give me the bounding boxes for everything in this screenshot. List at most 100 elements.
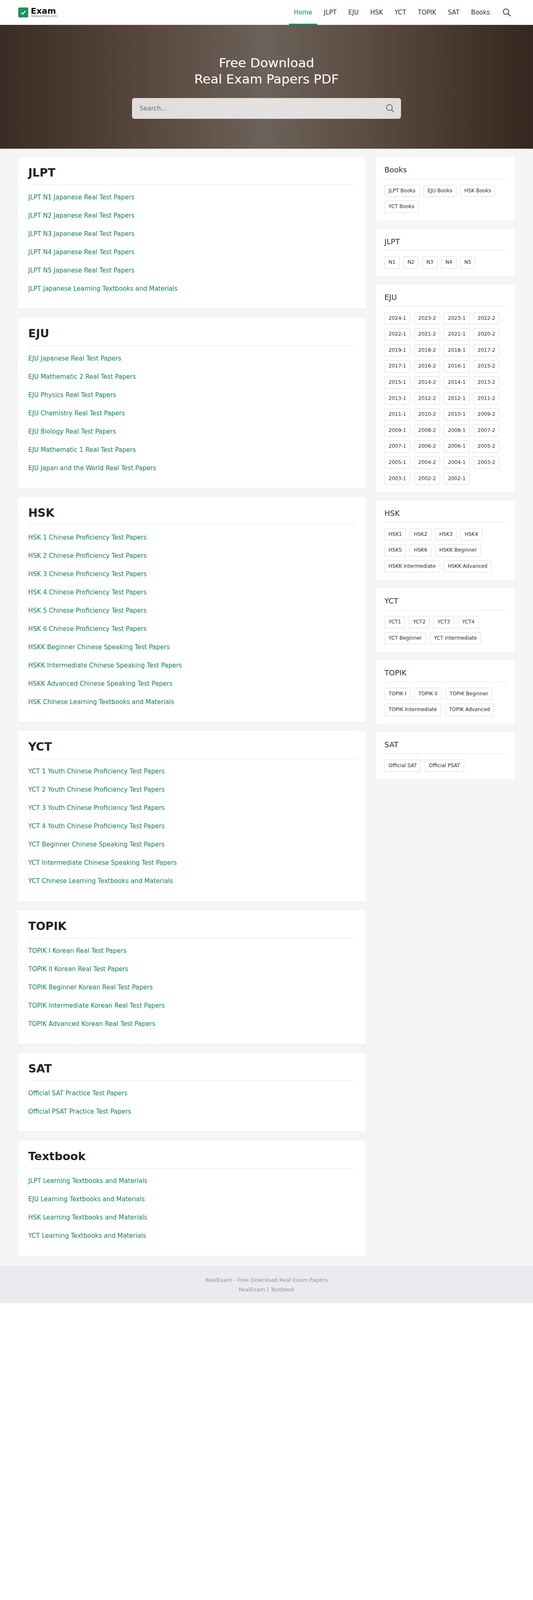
nav-link[interactable]: HSK [365,0,389,25]
tag-link[interactable]: 2023-1 [443,312,470,325]
tag-link[interactable]: 2014-2 [414,376,441,389]
tag-link[interactable]: TOPIK Beginner [445,687,493,700]
tag-link[interactable]: 2011-2 [473,392,500,405]
section-link[interactable]: HSK 5 Chinese Proficiency Test Papers [28,605,147,616]
section-link[interactable]: HSK 3 Chinese Proficiency Test Papers [28,569,147,579]
section-link[interactable]: HSK Chinese Learning Textbooks and Mater… [28,696,174,707]
section-link[interactable]: YCT Intermediate Chinese Speaking Test P… [28,857,177,868]
tag-link[interactable]: 2018-1 [443,344,470,357]
tag-link[interactable]: N3 [422,256,438,269]
tag-link[interactable]: HSK6 [409,543,432,557]
tag-link[interactable]: HSK4 [460,528,482,541]
section-link[interactable]: JLPT N5 Japanese Real Test Papers [28,265,135,276]
tag-link[interactable]: 2023-2 [414,312,441,325]
tag-link[interactable]: HSK3 [435,528,457,541]
section-link[interactable]: TOPIK Advanced Korean Real Test Papers [28,1018,156,1029]
section-link[interactable]: Official PSAT Practice Test Papers [28,1106,132,1116]
search-input[interactable] [132,97,401,119]
section-link[interactable]: EJU Mathematic 2 Real Test Papers [28,371,136,382]
section-link[interactable]: YCT Learning Textbooks and Materials [28,1230,147,1240]
tag-link[interactable]: 2019-1 [384,344,411,357]
section-link[interactable]: EJU Learning Textbooks and Materials [28,1193,145,1204]
section-link[interactable]: EJU Japanese Real Test Papers [28,353,122,364]
nav-link[interactable]: Home [288,0,318,25]
tag-link[interactable]: 2017-2 [473,344,500,357]
tag-link[interactable]: HSK2 [409,528,432,541]
tag-link[interactable]: HSK5 [384,543,406,557]
tag-link[interactable]: YCT3 [433,615,455,629]
section-link[interactable]: JLPT N1 Japanese Real Test Papers [28,192,135,203]
section-link[interactable]: HSK 4 Chinese Proficiency Test Papers [28,587,147,597]
tag-link[interactable]: 2013-2 [473,376,500,389]
section-link[interactable]: YCT 1 Youth Chinese Proficiency Test Pap… [28,766,165,776]
tag-link[interactable]: HSKK Beginner [435,543,481,557]
section-link[interactable]: JLPT N2 Japanese Real Test Papers [28,210,135,221]
tag-link[interactable]: 2010-2 [414,408,441,421]
tag-link[interactable]: 2003-1 [384,472,411,485]
section-link[interactable]: JLPT Learning Textbooks and Materials [28,1175,148,1186]
tag-link[interactable]: 2010-1 [443,408,470,421]
site-logo[interactable]: Examrealexamtest.com [18,6,57,19]
tag-link[interactable]: 2020-2 [473,327,500,341]
footer-link[interactable]: Textbook [270,1285,295,1292]
section-link[interactable]: HSK 2 Chinese Proficiency Test Papers [28,550,147,561]
tag-link[interactable]: N5 [460,256,476,269]
nav-link[interactable]: TOPIK [413,0,442,25]
section-link[interactable]: Official SAT Practice Test Papers [28,1088,128,1098]
tag-link[interactable]: 2005-1 [384,456,411,469]
tag-link[interactable]: JLPT Books [384,184,420,198]
tag-link[interactable]: 2011-1 [384,408,411,421]
nav-link[interactable]: EJU [343,0,364,25]
nav-link[interactable]: SAT [442,0,465,25]
tag-link[interactable]: EJU Books [423,184,457,198]
tag-link[interactable]: 2012-2 [414,392,441,405]
tag-link[interactable]: 2017-1 [384,359,411,373]
tag-link[interactable]: 2005-2 [473,440,500,453]
tag-link[interactable]: 2007-1 [384,440,411,453]
section-link[interactable]: HSKK Advanced Chinese Speaking Test Pape… [28,678,173,689]
hero-search-button[interactable] [385,103,396,114]
tag-link[interactable]: 2022-1 [384,327,411,341]
section-link[interactable]: HSK 1 Chinese Proficiency Test Papers [28,532,147,543]
tag-link[interactable]: YCT1 [384,615,406,629]
tag-link[interactable]: TOPIK I [384,687,411,700]
tag-link[interactable]: 2012-1 [443,392,470,405]
tag-link[interactable]: Official SAT [384,759,421,772]
section-link[interactable]: YCT 4 Youth Chinese Proficiency Test Pap… [28,821,165,831]
tag-link[interactable]: 2018-2 [414,344,441,357]
section-link[interactable]: YCT Chinese Learning Textbooks and Mater… [28,875,174,886]
section-link[interactable]: TOPIK Intermediate Korean Real Test Pape… [28,1000,165,1010]
tag-link[interactable]: 2007-2 [473,424,500,437]
tag-link[interactable]: 2002-1 [443,472,470,485]
tag-link[interactable]: 2004-1 [443,456,470,469]
tag-link[interactable]: 2022-2 [473,312,500,325]
tag-link[interactable]: 2021-2 [414,327,441,341]
tag-link[interactable]: YCT Intermediate [429,631,482,645]
tag-link[interactable]: 2006-2 [414,440,441,453]
nav-link[interactable]: JLPT [318,0,342,25]
tag-link[interactable]: YCT Books [384,200,419,213]
tag-link[interactable]: YCT2 [408,615,430,629]
tag-link[interactable]: 2006-1 [443,440,470,453]
section-link[interactable]: HSKK Beginner Chinese Speaking Test Pape… [28,642,170,652]
tag-link[interactable]: 2009-2 [473,408,500,421]
section-link[interactable]: TOPIK Beginner Korean Real Test Papers [28,982,153,992]
tag-link[interactable]: HSKK Advanced [443,559,492,573]
section-link[interactable]: EJU Biology Real Test Papers [28,426,117,437]
nav-link[interactable]: YCT [389,0,412,25]
tag-link[interactable]: HSKK Intermediate [384,559,441,573]
tag-link[interactable]: N4 [441,256,457,269]
section-link[interactable]: HSK 6 Chinese Proficiency Test Papers [28,623,147,634]
tag-link[interactable]: TOPIK Intermediate [384,703,442,716]
tag-link[interactable]: 2024-1 [384,312,411,325]
section-link[interactable]: YCT 2 Youth Chinese Proficiency Test Pap… [28,784,165,795]
tag-link[interactable]: 2002-2 [414,472,441,485]
tag-link[interactable]: 2016-2 [414,359,441,373]
tag-link[interactable]: 2003-2 [473,456,500,469]
tag-link[interactable]: 2008-2 [414,424,441,437]
tag-link[interactable]: TOPIK II [414,687,442,700]
tag-link[interactable]: YCT Beginner [384,631,426,645]
section-link[interactable]: JLPT N3 Japanese Real Test Papers [28,229,135,239]
section-link[interactable]: HSK Learning Textbooks and Materials [28,1212,148,1222]
section-link[interactable]: JLPT Japanese Learning Textbooks and Mat… [28,283,178,294]
